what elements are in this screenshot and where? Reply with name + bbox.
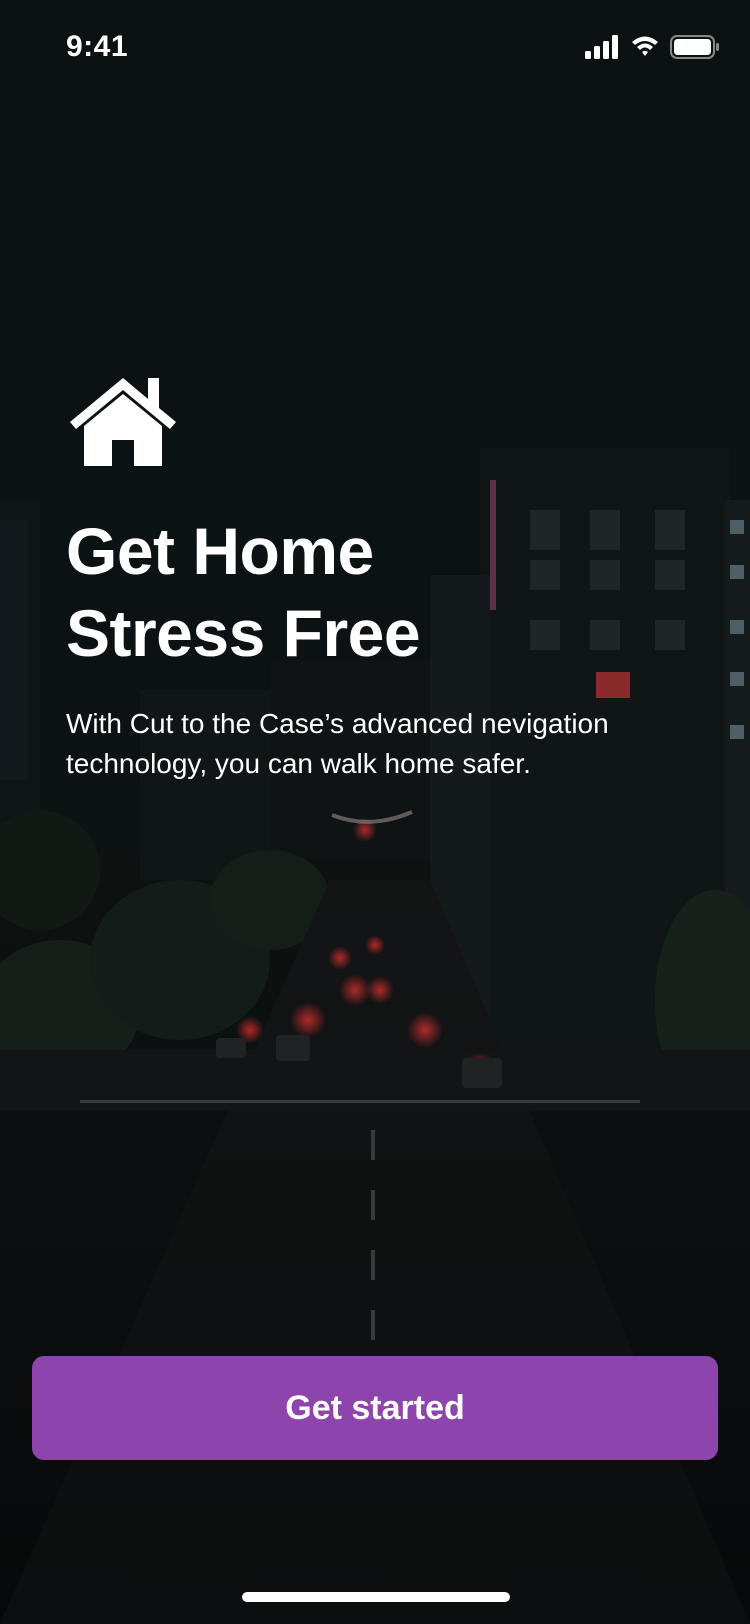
status-icons <box>585 35 719 59</box>
wifi-icon <box>632 36 658 56</box>
page-title: Get Home Stress Free <box>66 510 706 674</box>
battery-icon <box>670 35 719 59</box>
hero-section: Get Home Stress Free With Cut to the Cas… <box>66 374 706 784</box>
cellular-signal-icon <box>585 35 618 59</box>
page-title-line-1: Get Home <box>66 514 374 588</box>
onboarding-screen: 9:41 Get Home Stress Free With Cut to th… <box>0 0 750 1624</box>
get-started-button[interactable]: Get started <box>32 1356 718 1460</box>
status-time: 9:41 <box>66 30 129 63</box>
home-icon <box>70 378 176 466</box>
hero-description: With Cut to the Case’s advanced nevigati… <box>66 708 609 779</box>
home-indicator[interactable] <box>242 1592 510 1602</box>
page-title-line-2: Stress Free <box>66 596 421 670</box>
status-bar: 9:41 <box>0 0 750 94</box>
